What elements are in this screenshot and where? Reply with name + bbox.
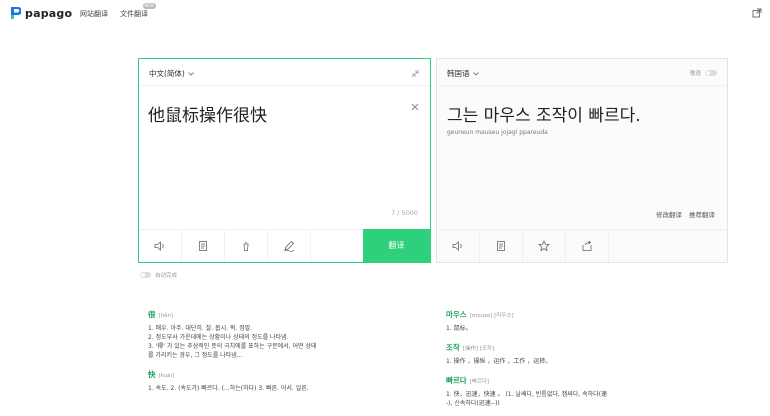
dict-entry-head: 조작 [操作] [조작] (446, 343, 726, 354)
dict-word[interactable]: 快 (148, 370, 156, 379)
book-icon (199, 241, 207, 251)
papago-logo[interactable]: papago (10, 6, 72, 20)
listen-translation-button[interactable] (437, 230, 480, 262)
target-language-label: 韩国语 (447, 69, 470, 78)
romanization-text: geuneun mauseu jojagi ppareuda (447, 129, 548, 136)
speaker-icon (154, 241, 164, 251)
nav-file-translate-label: 文件翻译 (120, 10, 148, 18)
dict-meaning: 3. '得' 가 있는 추상적인 뜻의 극치에를 표하는 구문에서, 어떤 상태 (148, 343, 317, 350)
dict-meaning: 2. 정도부사 가운데에는 상황이나 상태의 정도를 나타냄. (148, 334, 289, 341)
dict-meaning: 1. 매우. 아주. 대단히. 잘. 몹시. 퍽. 정말. (148, 325, 253, 332)
dict-entry-head: 마우스 [mouse] [마우스] (446, 310, 726, 321)
dict-phonetic: [mouse] [마우스] (469, 313, 514, 319)
dictionary-button[interactable] (182, 230, 225, 262)
auto-complete-switch[interactable] (140, 272, 151, 278)
dict-entry: 빠르다 [빠르다] 1. 快，迅速，快速 。 (1. 날쌔다, 빈틈없다, 잽싸… (446, 376, 726, 408)
dict-meaning: 1. 快，迅速，快速 。 (1. 날쌔다, 빈틈없다, 잽싸다, 속하다(速 (446, 391, 607, 398)
dict-entry: 很 [hěn] 1. 매우. 아주. 대단히. 잘. 몹시. 퍽. 정말. 2.… (148, 310, 418, 360)
chevron-down-icon (472, 71, 479, 76)
edit-translation-link[interactable]: 修改翻译 (656, 209, 682, 219)
source-language-select[interactable]: 中文(简体) (149, 68, 194, 79)
dict-phonetic: [hěn] (158, 313, 174, 319)
share-button[interactable] (566, 230, 609, 262)
honorific-label: 敬语 (689, 71, 701, 77)
source-language-label: 中文(简体) (149, 69, 185, 78)
copy-icon (497, 241, 505, 251)
auto-complete-label: 自动完成 (155, 273, 178, 279)
favorite-button[interactable] (523, 230, 566, 262)
dict-meaning: -), 신속하다(迅速--)) (446, 400, 500, 407)
dict-entry: 마우스 [mouse] [마우스] 1. 鼠标。 (446, 310, 726, 333)
character-count: 7 / 5000 (391, 209, 418, 217)
share-icon (582, 240, 592, 251)
honorific-toggle[interactable]: 敬语 (690, 69, 717, 77)
nav-file-translate[interactable]: 文件翻译 NEW (120, 3, 156, 19)
dict-entry: 조작 [操作] [조작] 1. 操作 ，操纵 ，运作 ，工作 ，运转。 (446, 343, 726, 366)
feedback-links: 修改翻译 推荐翻译 (656, 209, 715, 219)
dict-meaning: 를 가리키는 경우, 그 정도를 나타냄... (148, 352, 243, 359)
target-toolbar (437, 229, 727, 262)
dict-meaning: 1. 鼠标。 (446, 325, 472, 332)
dict-meaning: 1. 속도. 2. (속도가) 빠르다. (...하는(하다) 3. 빠른. 어… (148, 385, 309, 392)
source-dictionary: 很 [hěn] 1. 매우. 아주. 대단히. 잘. 몹시. 퍽. 정말. 2.… (148, 310, 418, 403)
translation-output: 그는 마우스 조작이 빠르다. (447, 106, 641, 126)
top-nav: 网站翻译 文件翻译 NEW (80, 3, 156, 19)
target-language-select[interactable]: 韩国语 (447, 68, 479, 79)
speaker-icon (452, 241, 462, 251)
handwriting-button[interactable] (225, 230, 268, 262)
nav-website-translate[interactable]: 网站翻译 (80, 9, 108, 19)
honorific-switch[interactable] (705, 70, 717, 76)
dict-entry: 快 [kuài] 1. 속도. 2. (속도가) 빠르다. (...하는(하다)… (148, 370, 418, 393)
handwriting-icon (243, 241, 249, 251)
dict-word[interactable]: 마우스 (446, 310, 467, 319)
clear-icon[interactable] (411, 103, 419, 111)
dict-word[interactable]: 很 (148, 310, 156, 319)
dict-entry-head: 很 [hěn] (148, 310, 418, 321)
dict-entry-head: 快 [kuài] (148, 370, 418, 381)
chevron-down-icon (188, 71, 194, 76)
pen-icon (284, 240, 295, 252)
source-panel: 中文(简体) 他鼠标操作很快 7 / 5000 翻译 (138, 58, 431, 263)
star-icon (538, 240, 550, 252)
dict-word[interactable]: 빠르다 (446, 376, 467, 385)
dict-word[interactable]: 조작 (446, 343, 460, 352)
target-panel: 韩国语 敬语 그는 마우스 조작이 빠르다. geuneun mauseu jo… (436, 58, 728, 263)
source-header-divider (139, 85, 430, 86)
open-external-icon[interactable] (752, 8, 762, 18)
listen-button[interactable] (139, 230, 182, 262)
target-dictionary: 마우스 [mouse] [마우스] 1. 鼠标。 조작 [操作] [조작] 1.… (446, 310, 726, 416)
dict-entry-head: 빠르다 [빠르다] (446, 376, 726, 387)
dict-meaning: 1. 操作 ，操纵 ，运作 ，工作 ，运转。 (446, 358, 552, 365)
target-header-divider (437, 85, 727, 86)
recommend-translation-link[interactable]: 推荐翻译 (689, 209, 715, 219)
copy-button[interactable] (480, 230, 523, 262)
top-header: papago 网站翻译 文件翻译 NEW (0, 0, 770, 28)
logo-text: papago (25, 6, 73, 20)
dict-phonetic: [操作] [조작] (462, 346, 495, 352)
source-textarea[interactable]: 他鼠标操作很快 (148, 101, 267, 126)
new-badge: NEW (142, 3, 156, 9)
dict-phonetic: [빠르다] (469, 379, 490, 385)
translate-button[interactable]: 翻译 (363, 229, 430, 262)
papago-logo-icon (11, 7, 21, 19)
collapse-icon[interactable] (411, 69, 420, 78)
auto-complete-toggle[interactable]: 自动完成 (140, 271, 177, 279)
voice-input-button[interactable] (268, 230, 311, 262)
dict-phonetic: [kuài] (158, 373, 175, 379)
